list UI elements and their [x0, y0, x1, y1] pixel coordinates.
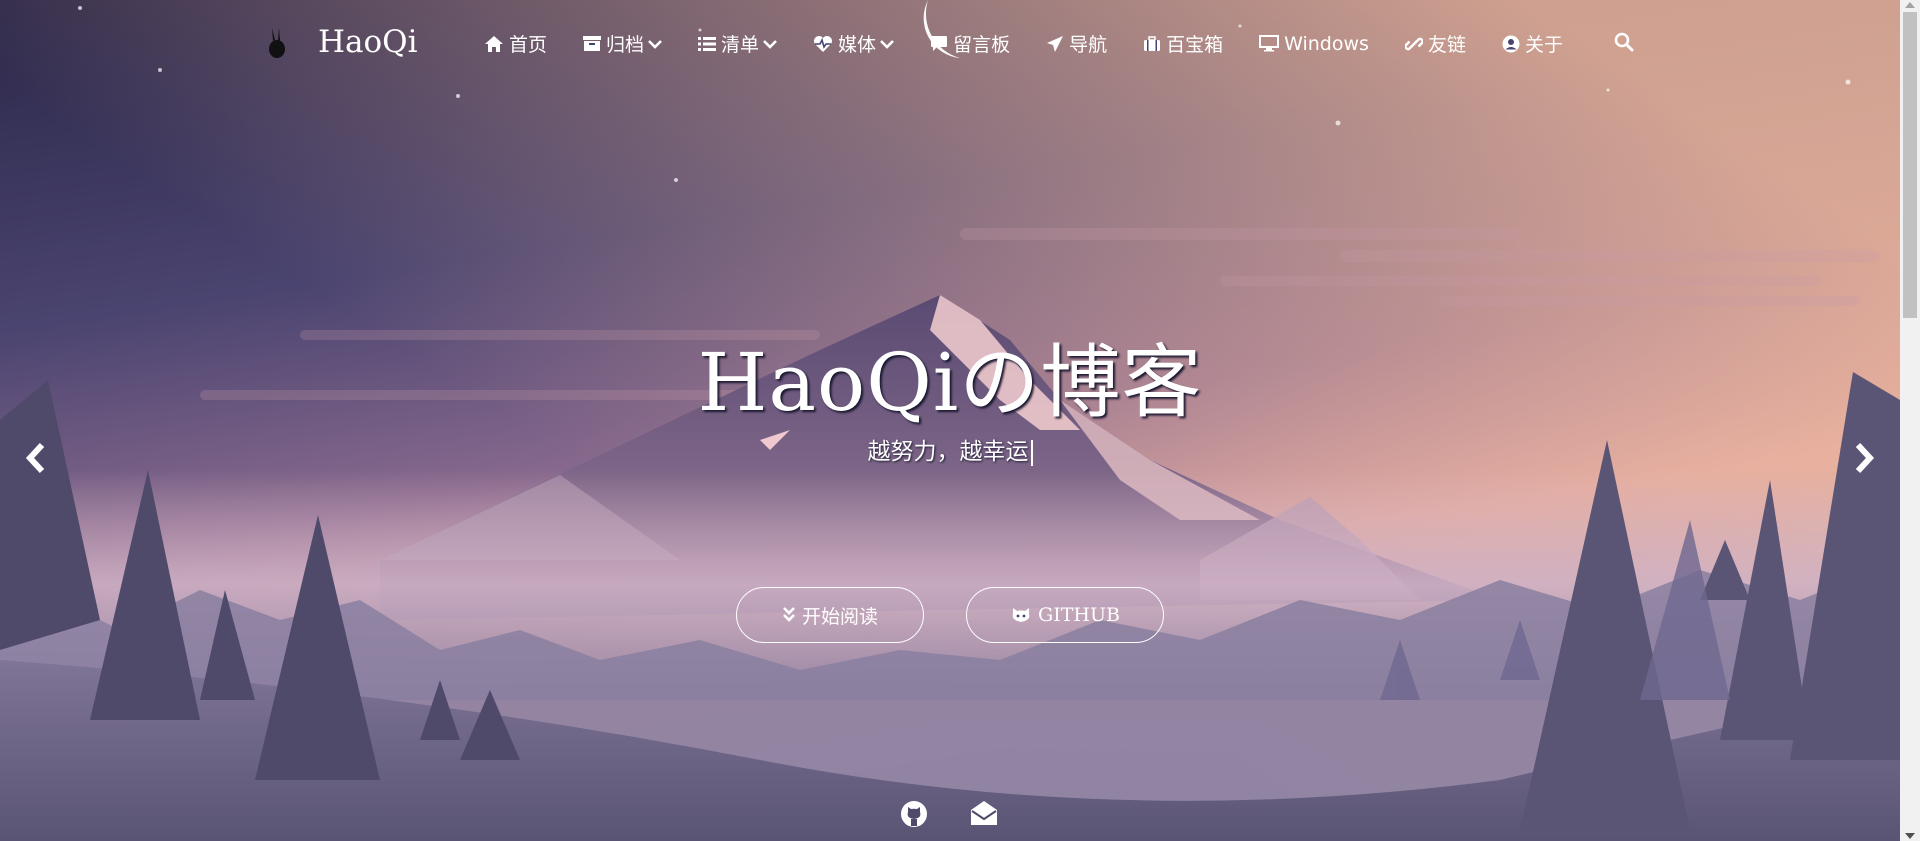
top-navbar: HaoQi 首页 归档 清单 媒体 留言板 导航 百宝箱 Windows 友链 …: [0, 0, 1900, 88]
nav-item-label: 首页: [509, 34, 548, 56]
nav-item-toolbox[interactable]: 百宝箱: [1143, 30, 1223, 57]
double-chevron-down-icon: [783, 607, 795, 622]
nav-item-label: 清单: [721, 34, 760, 56]
chevron-down-icon: [880, 39, 894, 49]
user-circle-icon: [1502, 35, 1520, 52]
main-menu: 首页 归档 清单 媒体 留言板 导航 百宝箱 Windows 友链 关于: [484, 30, 1599, 57]
typing-cursor: [1030, 439, 1033, 466]
link-icon: [1404, 37, 1423, 50]
hero-subtitle-text: 越努力，越幸运: [867, 439, 1029, 465]
nav-item-navigation[interactable]: 导航: [1046, 30, 1107, 57]
nav-item-label: 友链: [1427, 34, 1466, 56]
scroll-down-arrow[interactable]: [1905, 833, 1915, 839]
nav-item-archive[interactable]: 归档: [583, 30, 662, 57]
suitcase-icon: [1144, 35, 1161, 51]
nav-item-list[interactable]: 清单: [698, 30, 777, 57]
scrollbar-thumb[interactable]: [1903, 12, 1917, 318]
list-icon: [698, 36, 717, 51]
rabbit-logo-icon[interactable]: [264, 26, 290, 60]
nav-item-about[interactable]: 关于: [1502, 30, 1563, 57]
nav-item-label: 关于: [1524, 34, 1563, 56]
nav-item-home[interactable]: 首页: [484, 30, 547, 57]
nav-item-label: 归档: [606, 34, 645, 56]
scroll-up-arrow[interactable]: [1905, 2, 1915, 8]
nav-item-label: 百宝箱: [1166, 34, 1224, 56]
nav-item-media[interactable]: 媒体: [813, 30, 894, 57]
nav-item-label: 留言板: [953, 34, 1011, 56]
hero-title: HaoQiの博客: [697, 336, 1203, 429]
start-reading-label: 开始阅读: [801, 605, 878, 628]
github-button-label: GITHUB: [1038, 604, 1120, 626]
chevron-down-icon: [763, 39, 777, 49]
github-icon[interactable]: [900, 800, 928, 828]
comment-icon: [931, 36, 948, 51]
page-scrollbar[interactable]: [1900, 0, 1920, 841]
nav-item-friend-links[interactable]: 友链: [1404, 30, 1466, 57]
search-icon[interactable]: [1614, 32, 1634, 52]
hero-subtitle: 越努力，越幸运: [0, 432, 1900, 466]
paper-plane-icon: [1047, 35, 1064, 52]
desktop-icon: [1259, 35, 1280, 52]
nav-item-label: 媒体: [838, 34, 877, 56]
carousel-next-icon[interactable]: [1852, 442, 1876, 474]
github-button[interactable]: GITHUB: [966, 587, 1164, 643]
nav-item-label: 导航: [1069, 34, 1108, 56]
github-cat-icon: [1012, 608, 1030, 622]
heartbeat-icon: [814, 35, 833, 52]
nav-item-label: Windows: [1284, 32, 1369, 55]
chevron-down-icon: [648, 39, 662, 49]
envelope-open-icon[interactable]: [969, 800, 999, 826]
carousel-prev-icon[interactable]: [24, 442, 48, 474]
nav-item-guestbook[interactable]: 留言板: [930, 30, 1010, 57]
site-brand[interactable]: HaoQi: [318, 24, 418, 60]
home-icon: [485, 35, 503, 52]
nav-item-windows[interactable]: Windows: [1259, 33, 1369, 55]
archive-icon: [583, 36, 602, 51]
start-reading-button[interactable]: 开始阅读: [736, 587, 924, 643]
